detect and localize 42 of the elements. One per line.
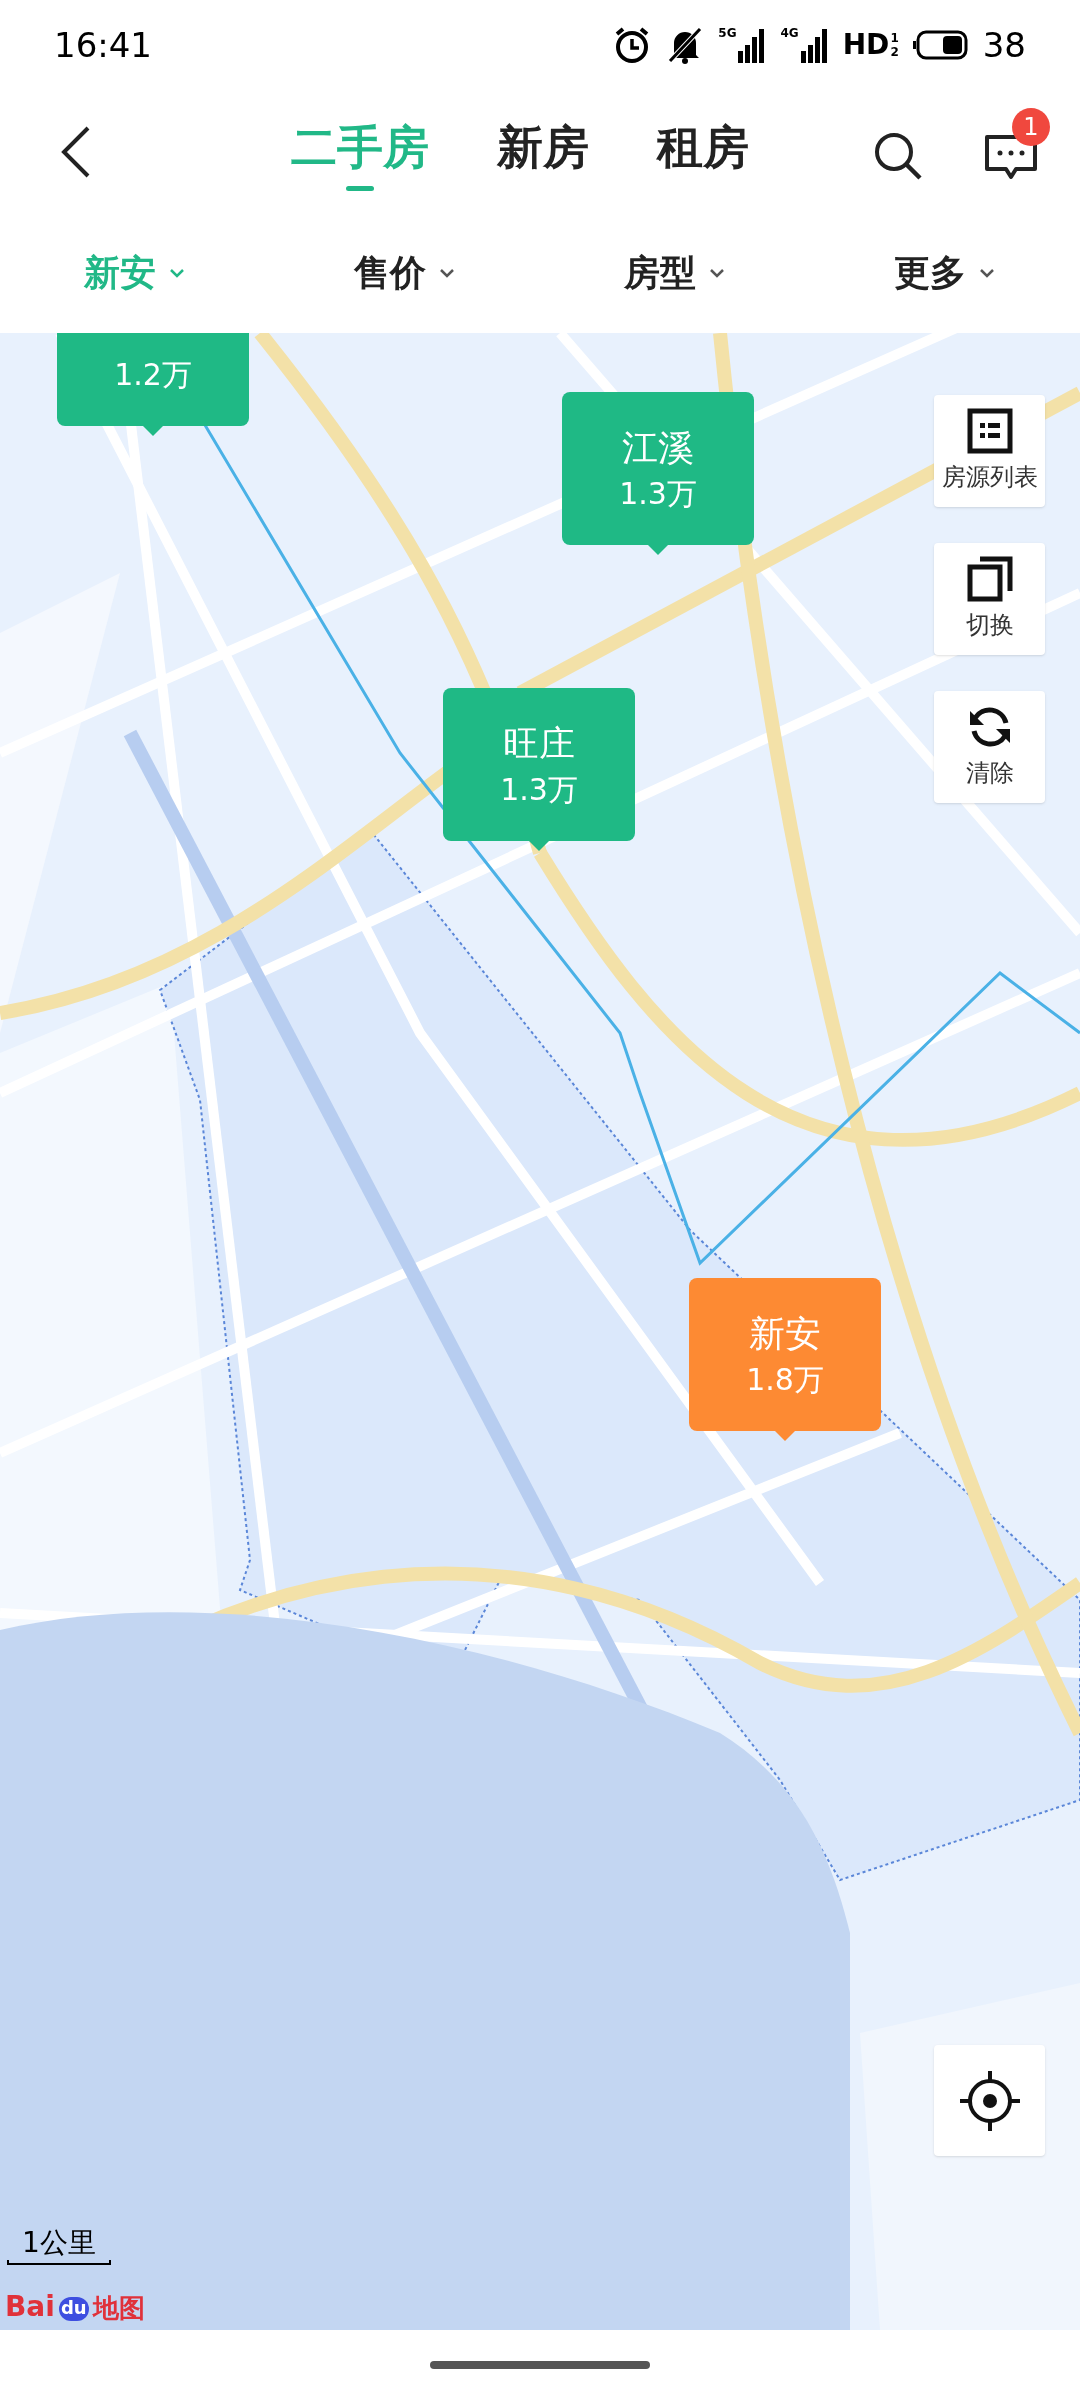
network-label: 5G: [718, 27, 737, 39]
caret-icon: [978, 266, 996, 279]
area-name: 旺庄: [503, 721, 575, 766]
status-time: 16:41: [54, 23, 152, 67]
search-icon[interactable]: [872, 130, 924, 182]
map-tool-button[interactable]: 房源列表: [934, 395, 1045, 507]
filter-dropdown[interactable]: 售价: [270, 245, 540, 300]
area-name: 江溪: [622, 425, 694, 470]
scale-label: 1公里: [21, 2226, 97, 2260]
category-tab[interactable]: 新房: [497, 109, 589, 193]
signal-icon: [800, 27, 829, 63]
crosshair-icon: [957, 2068, 1022, 2133]
sim-slot-label: 1: [890, 31, 899, 45]
list-icon: [965, 407, 1014, 455]
category-tab[interactable]: 租房: [657, 109, 749, 193]
hd-label: HD: [842, 31, 890, 59]
signal-icon: [738, 27, 767, 63]
marker-pointer: [529, 841, 549, 851]
area-price: 1.8万: [746, 1361, 824, 1398]
caret-icon: [438, 266, 456, 279]
area-price: 1.3万: [500, 771, 578, 808]
filter-dropdown[interactable]: 房型: [540, 245, 810, 300]
area-name: 新安: [749, 1311, 821, 1356]
sim-slot-label: 2: [890, 45, 899, 59]
notification-badge: 1: [1012, 108, 1050, 146]
marker-pointer: [775, 1431, 795, 1441]
marker-pointer: [648, 545, 668, 555]
map-tool-button[interactable]: 切换: [934, 543, 1045, 655]
map-tool-button[interactable]: 清除: [934, 691, 1045, 803]
area-price: 1.2万: [114, 356, 192, 393]
map-logo-text: 地图: [92, 2295, 145, 2321]
squares-icon: [965, 555, 1014, 603]
battery-icon: [912, 30, 969, 60]
map-logo-text: Bai: [5, 2293, 55, 2321]
network-label: 4G: [780, 27, 799, 39]
caret-icon: [708, 266, 726, 279]
locate-button[interactable]: [934, 2045, 1045, 2156]
caret-icon: [168, 266, 186, 279]
filter-dropdown[interactable]: 更多: [810, 245, 1080, 300]
area-price: 1.3万: [619, 475, 697, 512]
marker-pointer: [143, 426, 163, 436]
battery-percent: 38: [982, 23, 1026, 67]
